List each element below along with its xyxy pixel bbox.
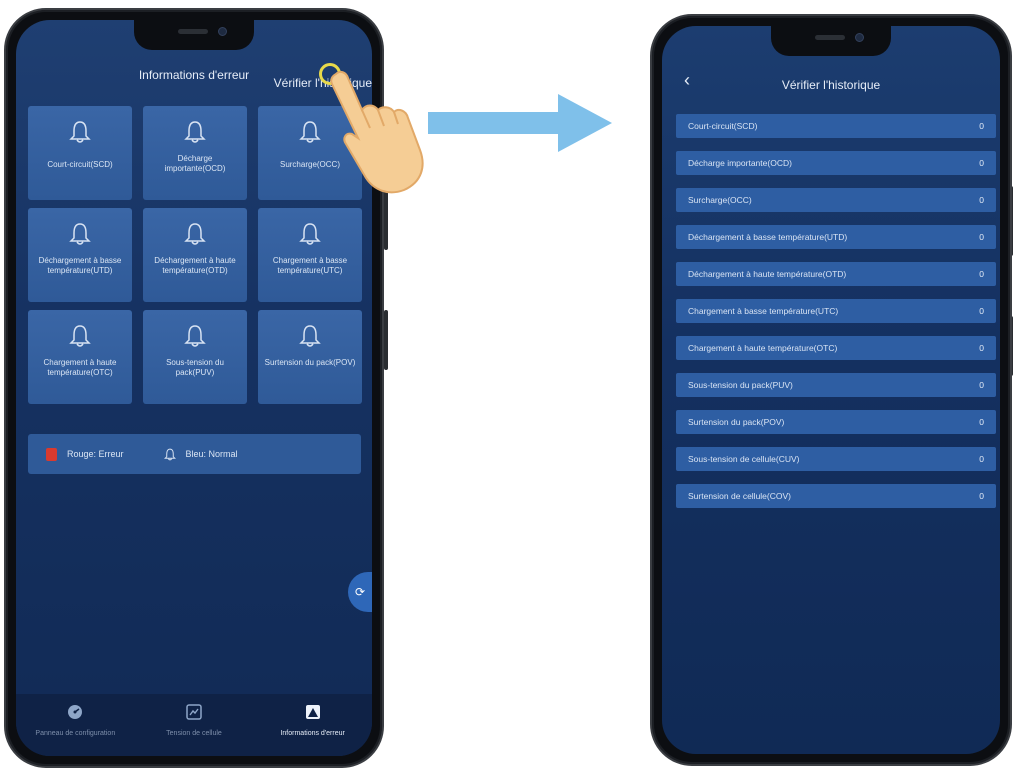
- tile-label: Surtension du pack(POV): [264, 358, 356, 367]
- history-count: 0: [979, 380, 984, 390]
- fault-tile-otd[interactable]: Déchargement à haute température(OTD): [143, 208, 247, 302]
- tile-label: Court-circuit(SCD): [47, 160, 113, 169]
- refresh-icon: ⟳: [354, 585, 366, 599]
- bell-icon: [184, 121, 206, 143]
- history-list: Court-circuit(SCD) 0 Décharge importante(…: [676, 114, 996, 521]
- history-row: Décharge importante(OCD) 0: [676, 151, 996, 175]
- history-row: Court-circuit(SCD) 0: [676, 114, 996, 138]
- notch: [134, 20, 254, 50]
- fault-tile-scd[interactable]: Court-circuit(SCD): [28, 106, 132, 200]
- history-count: 0: [979, 343, 984, 353]
- error-info-screen: Informations d'erreur Vérifier l'histori…: [16, 20, 372, 756]
- front-camera: [855, 33, 864, 42]
- bell-icon: [184, 223, 206, 245]
- history-row: Chargement à basse température(UTC) 0: [676, 299, 996, 323]
- page-title: Vérifier l'historique: [781, 78, 881, 92]
- history-count: 0: [979, 454, 984, 464]
- history-row: Surtension du pack(POV) 0: [676, 410, 996, 434]
- fault-tile-grid: Court-circuit(SCD) Décharge importante(O…: [28, 106, 362, 404]
- nav-label: Panneau de configuration: [35, 730, 116, 737]
- legend-normal-label: Bleu: Normal: [185, 449, 238, 459]
- bell-icon: [299, 121, 321, 143]
- status-legend: Rouge: Erreur Bleu: Normal: [28, 434, 361, 474]
- bell-icon: [184, 325, 206, 347]
- dashboard-icon: [68, 705, 83, 719]
- bell-icon: [69, 121, 91, 143]
- error-info-icon: [305, 705, 320, 719]
- fault-tile-utd[interactable]: Déchargement à basse température(UTD): [28, 208, 132, 302]
- fault-tile-ocd[interactable]: Décharge importante(OCD): [143, 106, 247, 200]
- history-label: Surcharge(OCC): [688, 195, 752, 205]
- tile-label: Sous-tension du pack(PUV): [166, 358, 224, 377]
- history-row: Déchargement à basse température(UTD) 0: [676, 225, 996, 249]
- volume-button: [384, 310, 388, 370]
- history-label: Décharge importante(OCD): [688, 158, 792, 168]
- history-row: Surtension de cellule(COV) 0: [676, 484, 996, 508]
- history-label: Sous-tension de cellule(CUV): [688, 454, 800, 464]
- speaker: [178, 29, 208, 34]
- chart-icon: [186, 704, 202, 720]
- history-label: Surtension de cellule(COV): [688, 491, 791, 501]
- bottom-nav: Panneau de configuration Tension de cell…: [16, 694, 372, 756]
- nav-item-dashboard[interactable]: Panneau de configuration: [16, 694, 135, 756]
- history-label: Déchargement à basse température(UTD): [688, 232, 848, 242]
- history-row: Déchargement à haute température(OTD) 0: [676, 262, 996, 286]
- history-count: 0: [979, 417, 984, 427]
- history-count: 0: [979, 158, 984, 168]
- notch: [771, 26, 891, 56]
- history-row: Sous-tension du pack(PUV) 0: [676, 373, 996, 397]
- tile-label: Déchargement à haute température(OTD): [154, 256, 236, 275]
- history-label: Déchargement à haute température(OTD): [688, 269, 847, 279]
- history-count: 0: [979, 269, 984, 279]
- tile-label: Chargement à haute température(OTC): [43, 358, 117, 377]
- fault-tile-otc[interactable]: Chargement à haute température(OTC): [28, 310, 132, 404]
- refresh-button[interactable]: ⟳: [348, 572, 372, 612]
- history-row: Sous-tension de cellule(CUV) 0: [676, 447, 996, 471]
- history-count: 0: [979, 121, 984, 131]
- history-screen: ‹ Vérifier l'historique Court-circuit(SC…: [662, 26, 1000, 754]
- history-label: Sous-tension du pack(PUV): [688, 380, 793, 390]
- history-count: 0: [979, 232, 984, 242]
- nav-item-error-info[interactable]: Informations d'erreur: [253, 694, 372, 756]
- tile-label: Déchargement à basse température(UTD): [38, 256, 122, 275]
- history-row: Chargement à haute température(OTC) 0: [676, 336, 996, 360]
- bell-icon: [299, 325, 321, 347]
- history-count: 0: [979, 491, 984, 501]
- fault-tile-puv[interactable]: Sous-tension du pack(PUV): [143, 310, 247, 404]
- legend-error-label: Rouge: Erreur: [67, 449, 124, 459]
- fault-tile-utc[interactable]: Chargement à basse température(UTC): [258, 208, 362, 302]
- nav-label: Tension de cellule: [166, 730, 222, 737]
- fault-tile-pov[interactable]: Surtension du pack(POV): [258, 310, 362, 404]
- bell-icon: [163, 448, 176, 460]
- history-label: Chargement à haute température(OTC): [688, 343, 838, 353]
- bell-icon: [299, 223, 321, 245]
- nav-label: Informations d'erreur: [280, 730, 345, 737]
- history-label: Surtension du pack(POV): [688, 417, 785, 427]
- history-count: 0: [979, 195, 984, 205]
- history-row: Surcharge(OCC) 0: [676, 188, 996, 212]
- error-color-swatch: [46, 447, 57, 461]
- arrow-right-icon: [428, 94, 612, 152]
- tile-label: Chargement à basse température(UTC): [272, 256, 348, 275]
- phone-right: ‹ Vérifier l'historique Court-circuit(SC…: [650, 14, 1013, 766]
- bell-icon: [69, 223, 91, 245]
- tile-label: Décharge importante(OCD): [164, 154, 226, 173]
- nav-item-cell-voltage[interactable]: Tension de cellule: [135, 694, 254, 756]
- history-count: 0: [979, 306, 984, 316]
- history-label: Chargement à basse température(UTC): [688, 306, 839, 316]
- speaker: [815, 35, 845, 40]
- pointing-hand-icon: [330, 70, 424, 194]
- front-camera: [218, 27, 227, 36]
- history-label: Court-circuit(SCD): [688, 121, 758, 131]
- bell-icon: [69, 325, 91, 347]
